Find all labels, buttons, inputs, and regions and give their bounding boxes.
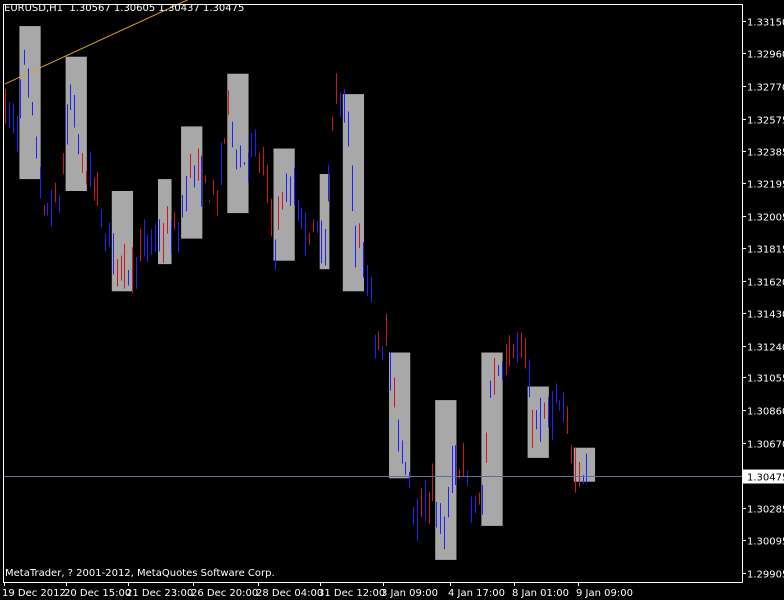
session-box — [273, 148, 295, 261]
price-tick-label: 1.31430 — [747, 310, 784, 321]
time-tick-label: 31 Dec 12:00 — [318, 588, 385, 599]
copyright-text: MetaTrader, ? 2001-2012, MetaQuotes Soft… — [5, 568, 275, 579]
time-tick-label: 28 Dec 04:00 — [256, 588, 323, 599]
price-tick-label: 1.32385 — [747, 148, 784, 159]
chart-window[interactable]: 1.30475 1.33150 1.32960 1.32770 1.32575 1.32… — [0, 0, 784, 600]
price-tick-label: 1.31055 — [747, 374, 784, 385]
price-tick-label: 1.30670 — [747, 440, 784, 451]
session-box — [181, 126, 203, 239]
axes: 1.33150 1.32960 1.32770 1.32575 1.32385 1.321… — [2, 4, 784, 599]
session-box — [158, 179, 172, 265]
time-tick-label: 20 Dec 15:00 — [64, 588, 131, 599]
time-tick-label: 4 Jan 17:00 — [448, 588, 505, 599]
price-tick-label: 1.32005 — [747, 213, 784, 224]
price-tick-label: 1.30860 — [747, 407, 784, 418]
session-box — [65, 56, 87, 192]
current-price-label: 1.30475 — [747, 473, 784, 484]
time-tick-label: 26 Dec 20:00 — [191, 588, 258, 599]
price-tick-label: 1.30095 — [747, 537, 784, 548]
price-tick-label: 1.31620 — [747, 278, 784, 289]
price-tick-label: 1.31240 — [747, 343, 784, 354]
session-box — [19, 26, 41, 180]
time-tick-label: 21 Dec 23:00 — [126, 588, 193, 599]
session-box — [227, 73, 249, 214]
price-tick-label: 1.32195 — [747, 180, 784, 191]
session-box — [389, 352, 411, 479]
session-box — [342, 94, 365, 292]
session-boxes — [19, 26, 596, 560]
session-box — [111, 191, 134, 292]
session-box — [481, 352, 503, 526]
time-tick-label: 9 Jan 09:00 — [576, 588, 633, 599]
price-tick-label: 1.32575 — [747, 116, 784, 127]
time-tick-label: 3 Jan 09:00 — [381, 588, 438, 599]
price-chart[interactable]: 1.30475 1.33150 1.32960 1.32770 1.32575 1.32… — [0, 0, 784, 600]
price-tick-label: 1.31815 — [747, 245, 784, 256]
session-box — [435, 400, 457, 560]
price-tick-label: 1.30285 — [747, 505, 784, 516]
price-tick-label: 1.32960 — [747, 50, 784, 61]
price-tick-label: 1.29905 — [747, 570, 784, 581]
price-tick-label: 1.32770 — [747, 83, 784, 94]
time-tick-label: 19 Dec 2012 — [2, 588, 66, 599]
symbol-info: EURUSD,H1 1.30567 1.30605 1.30437 1.3047… — [4, 3, 245, 14]
time-tick-label: 8 Jan 01:00 — [512, 588, 569, 599]
session-box — [527, 386, 549, 458]
price-tick-label: 1.33150 — [747, 18, 784, 29]
